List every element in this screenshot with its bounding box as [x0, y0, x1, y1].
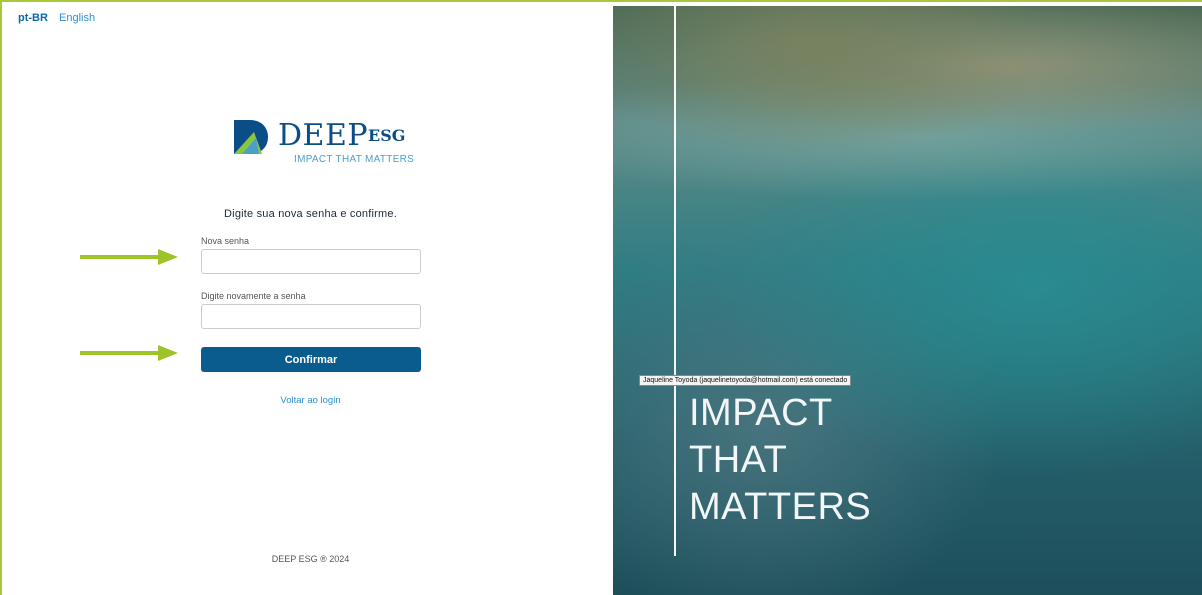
logo-tagline: IMPACT THAT MATTERS: [294, 154, 415, 165]
logo-wordmark: DEEPESG: [278, 118, 406, 153]
language-switcher: pt-BR English: [18, 12, 95, 24]
hero-tagline-line: MATTERS: [689, 486, 872, 528]
deep-esg-logo-mark-icon: [234, 120, 268, 154]
back-to-login-link[interactable]: Voltar ao login: [8, 395, 613, 406]
new-password-input[interactable]: [201, 249, 421, 274]
lang-english-link[interactable]: English: [59, 12, 95, 24]
hero-tagline: IMPACT THAT MATTERS: [689, 390, 871, 531]
copyright-footer: DEEP ESG ® 2024: [271, 554, 350, 564]
confirm-password-input[interactable]: [201, 304, 421, 329]
annotation-arrow-icon: [80, 249, 180, 265]
connected-user-tooltip: Jaqueline Toyoda (jaquelinetoyoda@hotmai…: [639, 375, 852, 386]
lang-pt-br-link[interactable]: pt-BR: [18, 12, 48, 24]
form-instruction: Digite sua nova senha e confirme.: [224, 208, 397, 220]
hero-tagline-line: IMPACT: [689, 392, 833, 434]
deep-esg-logo: DEEPESG IMPACT THAT MATTERS: [232, 114, 414, 174]
hero-divider-line: [674, 6, 676, 556]
hero-tagline-line: THAT: [689, 439, 788, 481]
login-panel: pt-BR English DEEPESG IMPACT THAT MATTER…: [8, 6, 613, 595]
annotation-arrow-icon: [80, 345, 180, 361]
new-password-label: Nova senha: [201, 236, 250, 246]
hero-image-panel: Jaqueline Toyoda (jaquelinetoyoda@hotmai…: [613, 6, 1202, 595]
confirm-button[interactable]: Confirmar: [201, 347, 421, 372]
confirm-password-label: Digite novamente a senha: [201, 291, 306, 301]
